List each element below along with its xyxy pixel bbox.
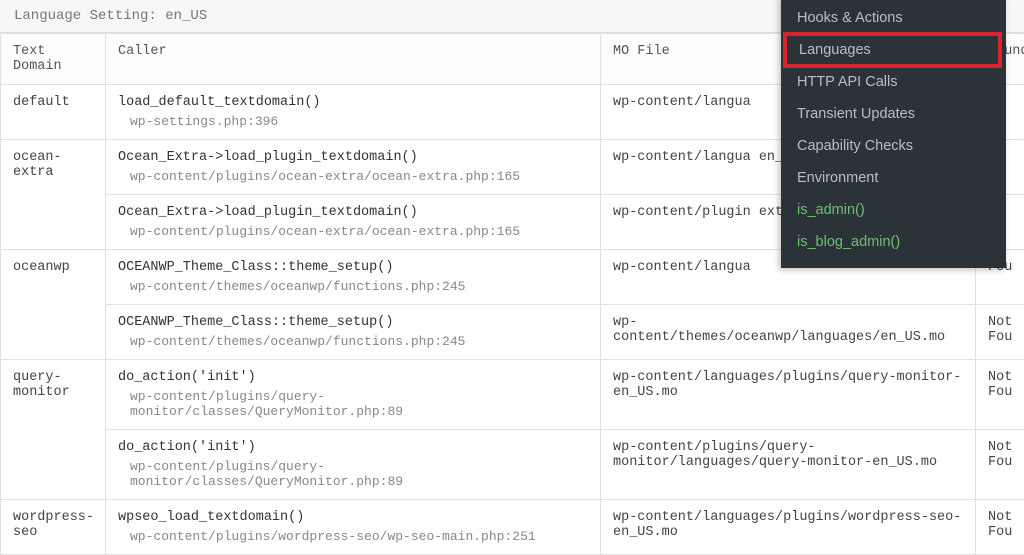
- qm-panel-menu: Hooks & Actions Languages HTTP API Calls…: [781, 0, 1006, 268]
- caller-main: OCEANWP_Theme_Class::theme_setup(): [118, 260, 393, 275]
- table-row: query-monitor do_action('init') wp-conte…: [1, 360, 1024, 430]
- cell-caller: load_default_textdomain() wp-settings.ph…: [106, 85, 601, 140]
- caller-sub: wp-content/plugins/wordpress-seo/wp-seo-…: [118, 525, 588, 544]
- caller-sub: wp-content/plugins/query-monitor/classes…: [118, 385, 588, 419]
- caller-main: do_action('init'): [118, 370, 256, 385]
- cell-caller: OCEANWP_Theme_Class::theme_setup() wp-co…: [106, 250, 601, 305]
- cell-domain: wordpress-seo: [1, 500, 106, 555]
- caller-main: OCEANWP_Theme_Class::theme_setup(): [118, 315, 393, 330]
- caller-main: Ocean_Extra->load_plugin_textdomain(): [118, 150, 418, 165]
- menu-item-environment[interactable]: Environment: [781, 162, 1006, 194]
- cell-caller: Ocean_Extra->load_plugin_textdomain() wp…: [106, 140, 601, 195]
- cell-mo: wp-content/plugins/query-monitor/languag…: [601, 430, 976, 500]
- menu-highlight: Languages: [783, 32, 1002, 68]
- caller-sub: wp-content/themes/oceanwp/functions.php:…: [118, 330, 588, 349]
- cell-domain: ocean-extra: [1, 140, 106, 250]
- caller-sub: wp-content/plugins/query-monitor/classes…: [118, 455, 588, 489]
- menu-item-transient[interactable]: Transient Updates: [781, 98, 1006, 130]
- table-row: wordpress-seo wpseo_load_textdomain() wp…: [1, 500, 1024, 555]
- col-caller: Caller: [106, 34, 601, 85]
- table-row: do_action('init') wp-content/plugins/que…: [1, 430, 1024, 500]
- cell-found: Not Fou: [976, 360, 1024, 430]
- table-row: OCEANWP_Theme_Class::theme_setup() wp-co…: [1, 305, 1024, 360]
- menu-item-hooks[interactable]: Hooks & Actions: [781, 2, 1006, 34]
- menu-item-http[interactable]: HTTP API Calls: [781, 66, 1006, 98]
- menu-item-is-blog-admin[interactable]: is_blog_admin(): [781, 226, 1006, 258]
- cell-domain: query-monitor: [1, 360, 106, 500]
- menu-item-capability[interactable]: Capability Checks: [781, 130, 1006, 162]
- cell-caller: OCEANWP_Theme_Class::theme_setup() wp-co…: [106, 305, 601, 360]
- cell-caller: do_action('init') wp-content/plugins/que…: [106, 360, 601, 430]
- cell-domain: oceanwp: [1, 250, 106, 360]
- cell-found: Not Fou: [976, 305, 1024, 360]
- caller-main: load_default_textdomain(): [118, 95, 321, 110]
- menu-item-is-admin[interactable]: is_admin(): [781, 194, 1006, 226]
- caller-sub: wp-settings.php:396: [118, 110, 588, 129]
- caller-sub: wp-content/themes/oceanwp/functions.php:…: [118, 275, 588, 294]
- cell-caller: wpseo_load_textdomain() wp-content/plugi…: [106, 500, 601, 555]
- caller-sub: wp-content/plugins/ocean-extra/ocean-ext…: [118, 165, 588, 184]
- cell-found: Not Fou: [976, 500, 1024, 555]
- cell-mo: wp-content/themes/oceanwp/languages/en_U…: [601, 305, 976, 360]
- caller-main: do_action('init'): [118, 440, 256, 455]
- cell-caller: do_action('init') wp-content/plugins/que…: [106, 430, 601, 500]
- caller-main: Ocean_Extra->load_plugin_textdomain(): [118, 205, 418, 220]
- cell-domain: default: [1, 85, 106, 140]
- cell-caller: Ocean_Extra->load_plugin_textdomain() wp…: [106, 195, 601, 250]
- cell-mo: wp-content/languages/plugins/wordpress-s…: [601, 500, 976, 555]
- cell-found: Not Fou: [976, 430, 1024, 500]
- cell-mo: wp-content/languages/plugins/query-monit…: [601, 360, 976, 430]
- menu-item-languages[interactable]: Languages: [787, 36, 998, 64]
- caller-main: wpseo_load_textdomain(): [118, 510, 304, 525]
- col-text-domain: Text Domain: [1, 34, 106, 85]
- caller-sub: wp-content/plugins/ocean-extra/ocean-ext…: [118, 220, 588, 239]
